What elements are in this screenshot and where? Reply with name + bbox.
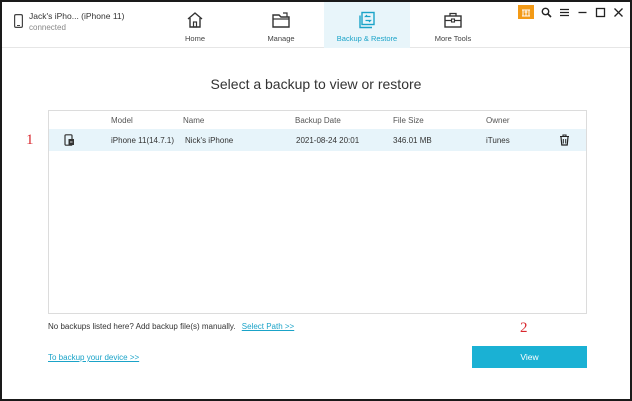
tab-home[interactable]: Home <box>152 2 238 48</box>
tab-manage-label: Manage <box>267 34 295 43</box>
tab-more-tools-label: More Tools <box>434 34 472 43</box>
main-nav: Home Manage Backup & Restore More Tools <box>152 2 496 48</box>
window-controls <box>518 5 624 19</box>
toolbox-icon <box>444 12 462 28</box>
cell-name: Nick's iPhone <box>185 135 234 145</box>
tab-more-tools[interactable]: More Tools <box>410 2 496 48</box>
phone-icon <box>14 14 23 28</box>
annotation-marker-2: 2 <box>520 320 528 336</box>
close-icon[interactable] <box>613 7 624 18</box>
page-title: Select a backup to view or restore <box>210 76 422 92</box>
cell-backup-date: 2021-08-24 20:01 <box>296 135 360 145</box>
select-path-link[interactable]: Select Path >> <box>242 322 294 331</box>
table-header: Model Name Backup Date File Size Owner <box>49 111 586 129</box>
trash-icon[interactable] <box>559 134 570 146</box>
folder-icon <box>272 12 290 28</box>
cell-owner: iTunes <box>486 135 510 145</box>
column-header-backup-date: Backup Date <box>295 115 341 125</box>
top-bar: Jack's iPho... (iPhone 11) connected Hom… <box>2 2 630 48</box>
tab-home-label: Home <box>184 34 205 43</box>
cell-model: iPhone 11(14.7.1) <box>111 135 175 145</box>
maximize-icon[interactable] <box>595 7 606 18</box>
column-header-owner: Owner <box>486 115 510 125</box>
tab-backup-restore-label: Backup & Restore <box>336 34 398 43</box>
cell-file-size: 346.01 MB <box>393 135 432 145</box>
table-row[interactable]: iPhone 11(14.7.1) Nick's iPhone 2021-08-… <box>49 129 586 151</box>
minimize-icon[interactable] <box>577 7 588 18</box>
device-info: Jack's iPho... (iPhone 11) connected <box>14 11 124 33</box>
no-backups-text: No backups listed here? Add backup file(… <box>48 322 236 331</box>
device-name: Jack's iPho... (iPhone 11) <box>29 11 125 21</box>
column-header-model: Model <box>111 115 133 125</box>
no-backups-hint: No backups listed here? Add backup file(… <box>48 322 294 331</box>
column-header-name: Name <box>183 115 205 125</box>
tab-backup-restore[interactable]: Backup & Restore <box>324 2 410 48</box>
annotation-marker-1: 1 <box>26 132 34 148</box>
badge-icon[interactable] <box>518 5 534 19</box>
search-icon[interactable] <box>541 7 552 18</box>
home-icon <box>187 12 203 28</box>
device-backup-icon <box>64 134 74 146</box>
backup-table: Model Name Backup Date File Size Owner i… <box>48 110 587 314</box>
backup-restore-icon <box>359 11 375 29</box>
device-status: connected <box>29 23 66 32</box>
view-button[interactable]: View <box>472 346 587 368</box>
backup-device-link[interactable]: To backup your device >> <box>48 353 139 362</box>
app-window: Jack's iPho... (iPhone 11) connected Hom… <box>0 0 632 401</box>
column-header-file-size: File Size <box>393 115 424 125</box>
tab-manage[interactable]: Manage <box>238 2 324 48</box>
menu-icon[interactable] <box>559 7 570 18</box>
